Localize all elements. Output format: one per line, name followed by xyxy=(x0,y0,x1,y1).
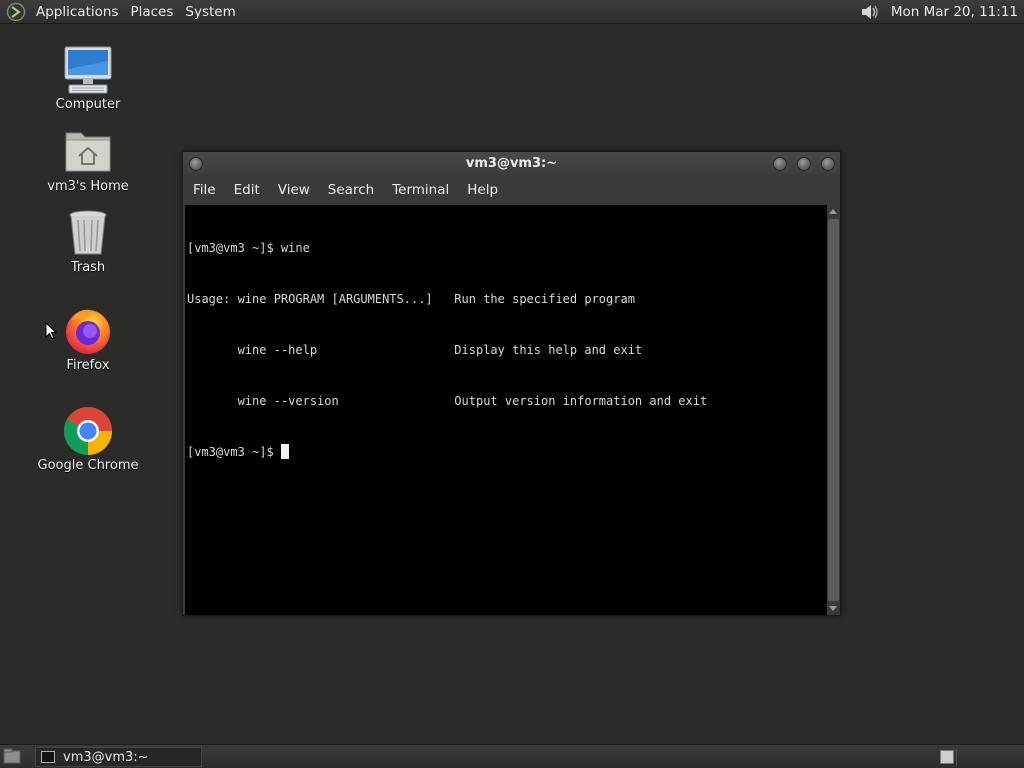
places-menu[interactable]: Places xyxy=(126,4,181,20)
terminal-line: wine --version Output version informatio… xyxy=(187,394,708,408)
terminal-icon xyxy=(41,751,55,763)
scroll-up-icon[interactable] xyxy=(829,209,837,214)
scrollbar-thumb[interactable] xyxy=(828,219,839,601)
close-button[interactable] xyxy=(821,157,835,171)
desktop-icon-chrome[interactable]: Google Chrome xyxy=(33,406,143,473)
scroll-down-icon[interactable] xyxy=(829,606,837,611)
terminal-line: wine --help Display this help and exit xyxy=(187,343,643,357)
clock[interactable]: Mon Mar 20, 11:11 xyxy=(891,4,1024,20)
desktop-icon-computer[interactable]: Computer xyxy=(33,45,143,112)
terminal-menubar: File Edit View Search Terminal Help xyxy=(183,176,840,203)
firefox-icon xyxy=(66,309,110,354)
top-menu: Applications Places System xyxy=(32,4,244,20)
terminal-scrollbar[interactable] xyxy=(827,205,840,615)
top-panel: Applications Places System Mon Mar 20, 1… xyxy=(0,0,1024,24)
desktop-icon-trash[interactable]: Trash xyxy=(33,208,143,275)
desktop-icon-home[interactable]: vm3's Home xyxy=(33,127,143,194)
desktop-icon-label: Firefox xyxy=(66,358,110,373)
desktop-icon-label: Google Chrome xyxy=(37,458,139,473)
text-cursor xyxy=(280,444,289,459)
maximize-button[interactable] xyxy=(797,157,811,171)
show-desktop-icon[interactable] xyxy=(3,748,21,764)
top-panel-tray: Mon Mar 20, 11:11 xyxy=(859,0,1024,24)
mouse-pointer-icon xyxy=(45,322,57,340)
menu-edit[interactable]: Edit xyxy=(225,182,269,198)
desktop-icon-label: Computer xyxy=(55,97,121,112)
terminal-line: [vm3@vm3 ~]$ wine xyxy=(187,241,310,255)
taskbar-button-label: vm3@vm3:~ xyxy=(63,749,149,765)
taskbar-button-terminal[interactable]: vm3@vm3:~ xyxy=(35,747,202,767)
terminal-prompt: [vm3@vm3 ~]$ xyxy=(187,445,281,459)
menu-help[interactable]: Help xyxy=(458,182,507,198)
bottom-panel: vm3@vm3:~ xyxy=(0,744,1024,768)
window-title: vm3@vm3:~ xyxy=(465,156,558,171)
window-titlebar[interactable]: vm3@vm3:~ xyxy=(183,152,840,176)
workspace-switcher-1[interactable] xyxy=(940,750,954,764)
terminal-line: Usage: wine PROGRAM [ARGUMENTS...] Run t… xyxy=(187,292,635,306)
menu-file[interactable]: File xyxy=(183,182,225,198)
desktop-icon-label: vm3's Home xyxy=(47,179,129,194)
menu-terminal[interactable]: Terminal xyxy=(383,182,458,198)
home-folder-icon xyxy=(65,132,111,172)
distro-logo-icon[interactable] xyxy=(6,2,26,22)
minimize-button[interactable] xyxy=(773,157,787,171)
chrome-icon xyxy=(63,406,113,456)
desktop-icon-label: Trash xyxy=(70,260,106,275)
terminal-window: vm3@vm3:~ File Edit View Search Terminal… xyxy=(182,151,841,616)
terminal-prompt-line[interactable]: [vm3@vm3 ~]$ xyxy=(187,444,827,461)
volume-icon[interactable] xyxy=(859,2,881,22)
computer-icon xyxy=(64,46,112,94)
menu-view[interactable]: View xyxy=(269,182,319,198)
trash-icon xyxy=(69,210,107,255)
workspace-switcher[interactable] xyxy=(956,748,1021,766)
terminal-output[interactable]: [vm3@vm3 ~]$ wine Usage: wine PROGRAM [A… xyxy=(185,205,827,615)
applications-menu[interactable]: Applications xyxy=(32,4,126,20)
system-menu[interactable]: System xyxy=(181,4,243,20)
menu-search[interactable]: Search xyxy=(319,182,383,198)
